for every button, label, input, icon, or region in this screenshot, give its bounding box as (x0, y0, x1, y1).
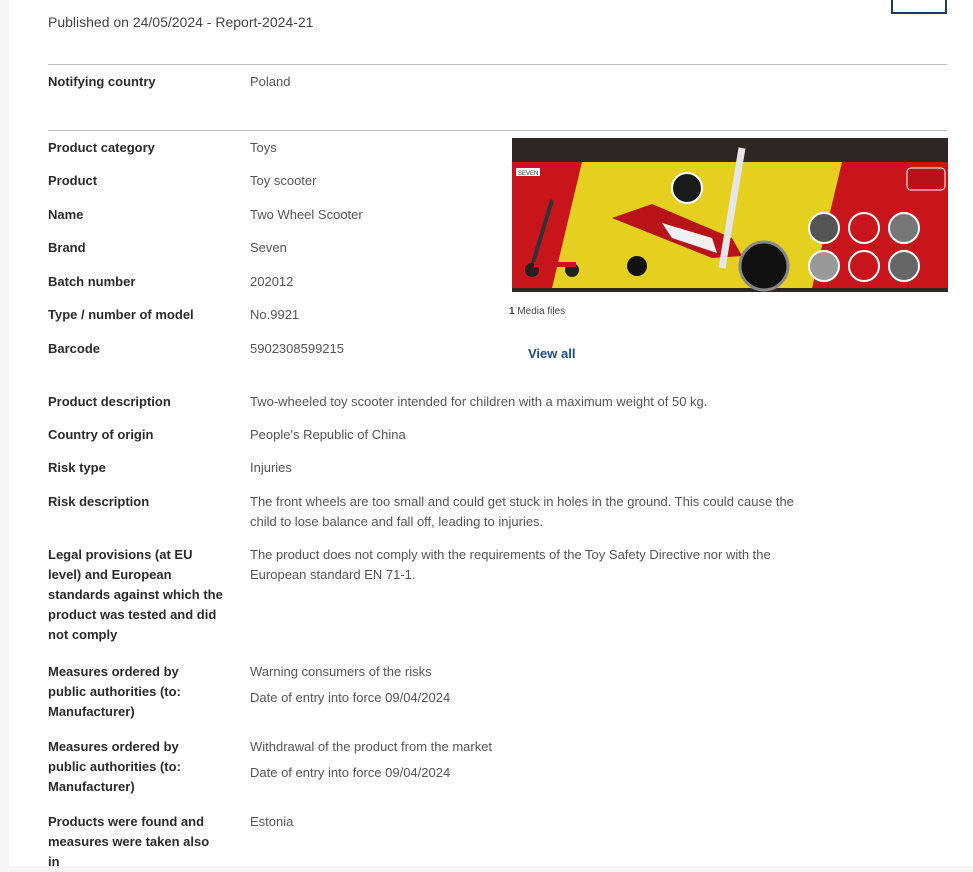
measure-text-1: Warning consumers of the risks (250, 664, 432, 679)
notifying-country-label: Notifying country (48, 74, 156, 89)
legal-provisions-label: Legal provisions (at EU level) and Europ… (48, 547, 223, 642)
measure-date-2: Date of entry into force 09/04/2024 (250, 765, 451, 780)
measure-date-1: Date of entry into force 09/04/2024 (250, 690, 451, 705)
report-id: Report-2024-21 (215, 14, 314, 30)
risk-type-label: Risk type (48, 460, 106, 475)
published-line: Published on 24/05/2024 - Report-2024-21 (48, 14, 313, 30)
measure-text-2: Withdrawal of the product from the marke… (250, 739, 493, 754)
product-label: Product (48, 173, 98, 188)
divider (48, 130, 947, 131)
box-brand-text: SEVEN (518, 171, 538, 177)
product-description-label: Product description (48, 394, 171, 409)
published-separator: - (202, 14, 216, 30)
barcode-value: 5902308599215 (250, 341, 344, 356)
brand-label: Brand (48, 240, 86, 255)
model-label: Type / number of model (48, 307, 194, 322)
media-count-label: Media files (514, 306, 566, 317)
published-date: Published on 24/05/2024 (48, 14, 203, 30)
model-value: No.9921 (250, 307, 300, 322)
also-found-value: Estonia (250, 814, 294, 829)
product-category-label: Product category (48, 140, 155, 155)
barcode-label: Barcode (48, 341, 101, 356)
risk-description-label: Risk description (48, 494, 150, 509)
risk-description-value: The front wheels are too small and could… (250, 494, 794, 529)
batch-number-label: Batch number (48, 274, 136, 289)
country-of-origin-label: Country of origin (48, 427, 154, 442)
brand-value: Seven (250, 240, 287, 255)
product-photo[interactable]: SEVEN (512, 138, 948, 292)
measures-value-2: Withdrawal of the product from the marke… (250, 737, 492, 783)
name-label: Name (48, 207, 84, 222)
scooter-box-image: SEVEN (512, 138, 948, 292)
product-value: Toy scooter (250, 173, 317, 188)
country-of-origin-value: People's Republic of China (250, 427, 406, 442)
also-found-label: Products were found and measures were ta… (48, 814, 210, 869)
corner-button[interactable] (891, 0, 947, 14)
product-description-value: Two-wheeled toy scooter intended for chi… (250, 394, 708, 409)
product-category-value: Toys (250, 140, 277, 155)
risk-type-value: Injuries (250, 460, 292, 475)
batch-number-value: 202012 (250, 274, 294, 289)
divider (48, 64, 947, 65)
measures-label-2: Measures ordered by public authorities (… (48, 739, 181, 794)
measures-label-1: Measures ordered by public authorities (… (48, 664, 181, 719)
measures-value-1: Warning consumers of the risks Date of e… (250, 662, 450, 708)
name-value: Two Wheel Scooter (250, 207, 363, 222)
notifying-country-value: Poland (250, 74, 291, 89)
legal-provisions-value: The product does not comply with the req… (250, 547, 771, 582)
media-count: 1 Media files (509, 306, 565, 317)
view-all-link[interactable]: View all (528, 346, 575, 361)
